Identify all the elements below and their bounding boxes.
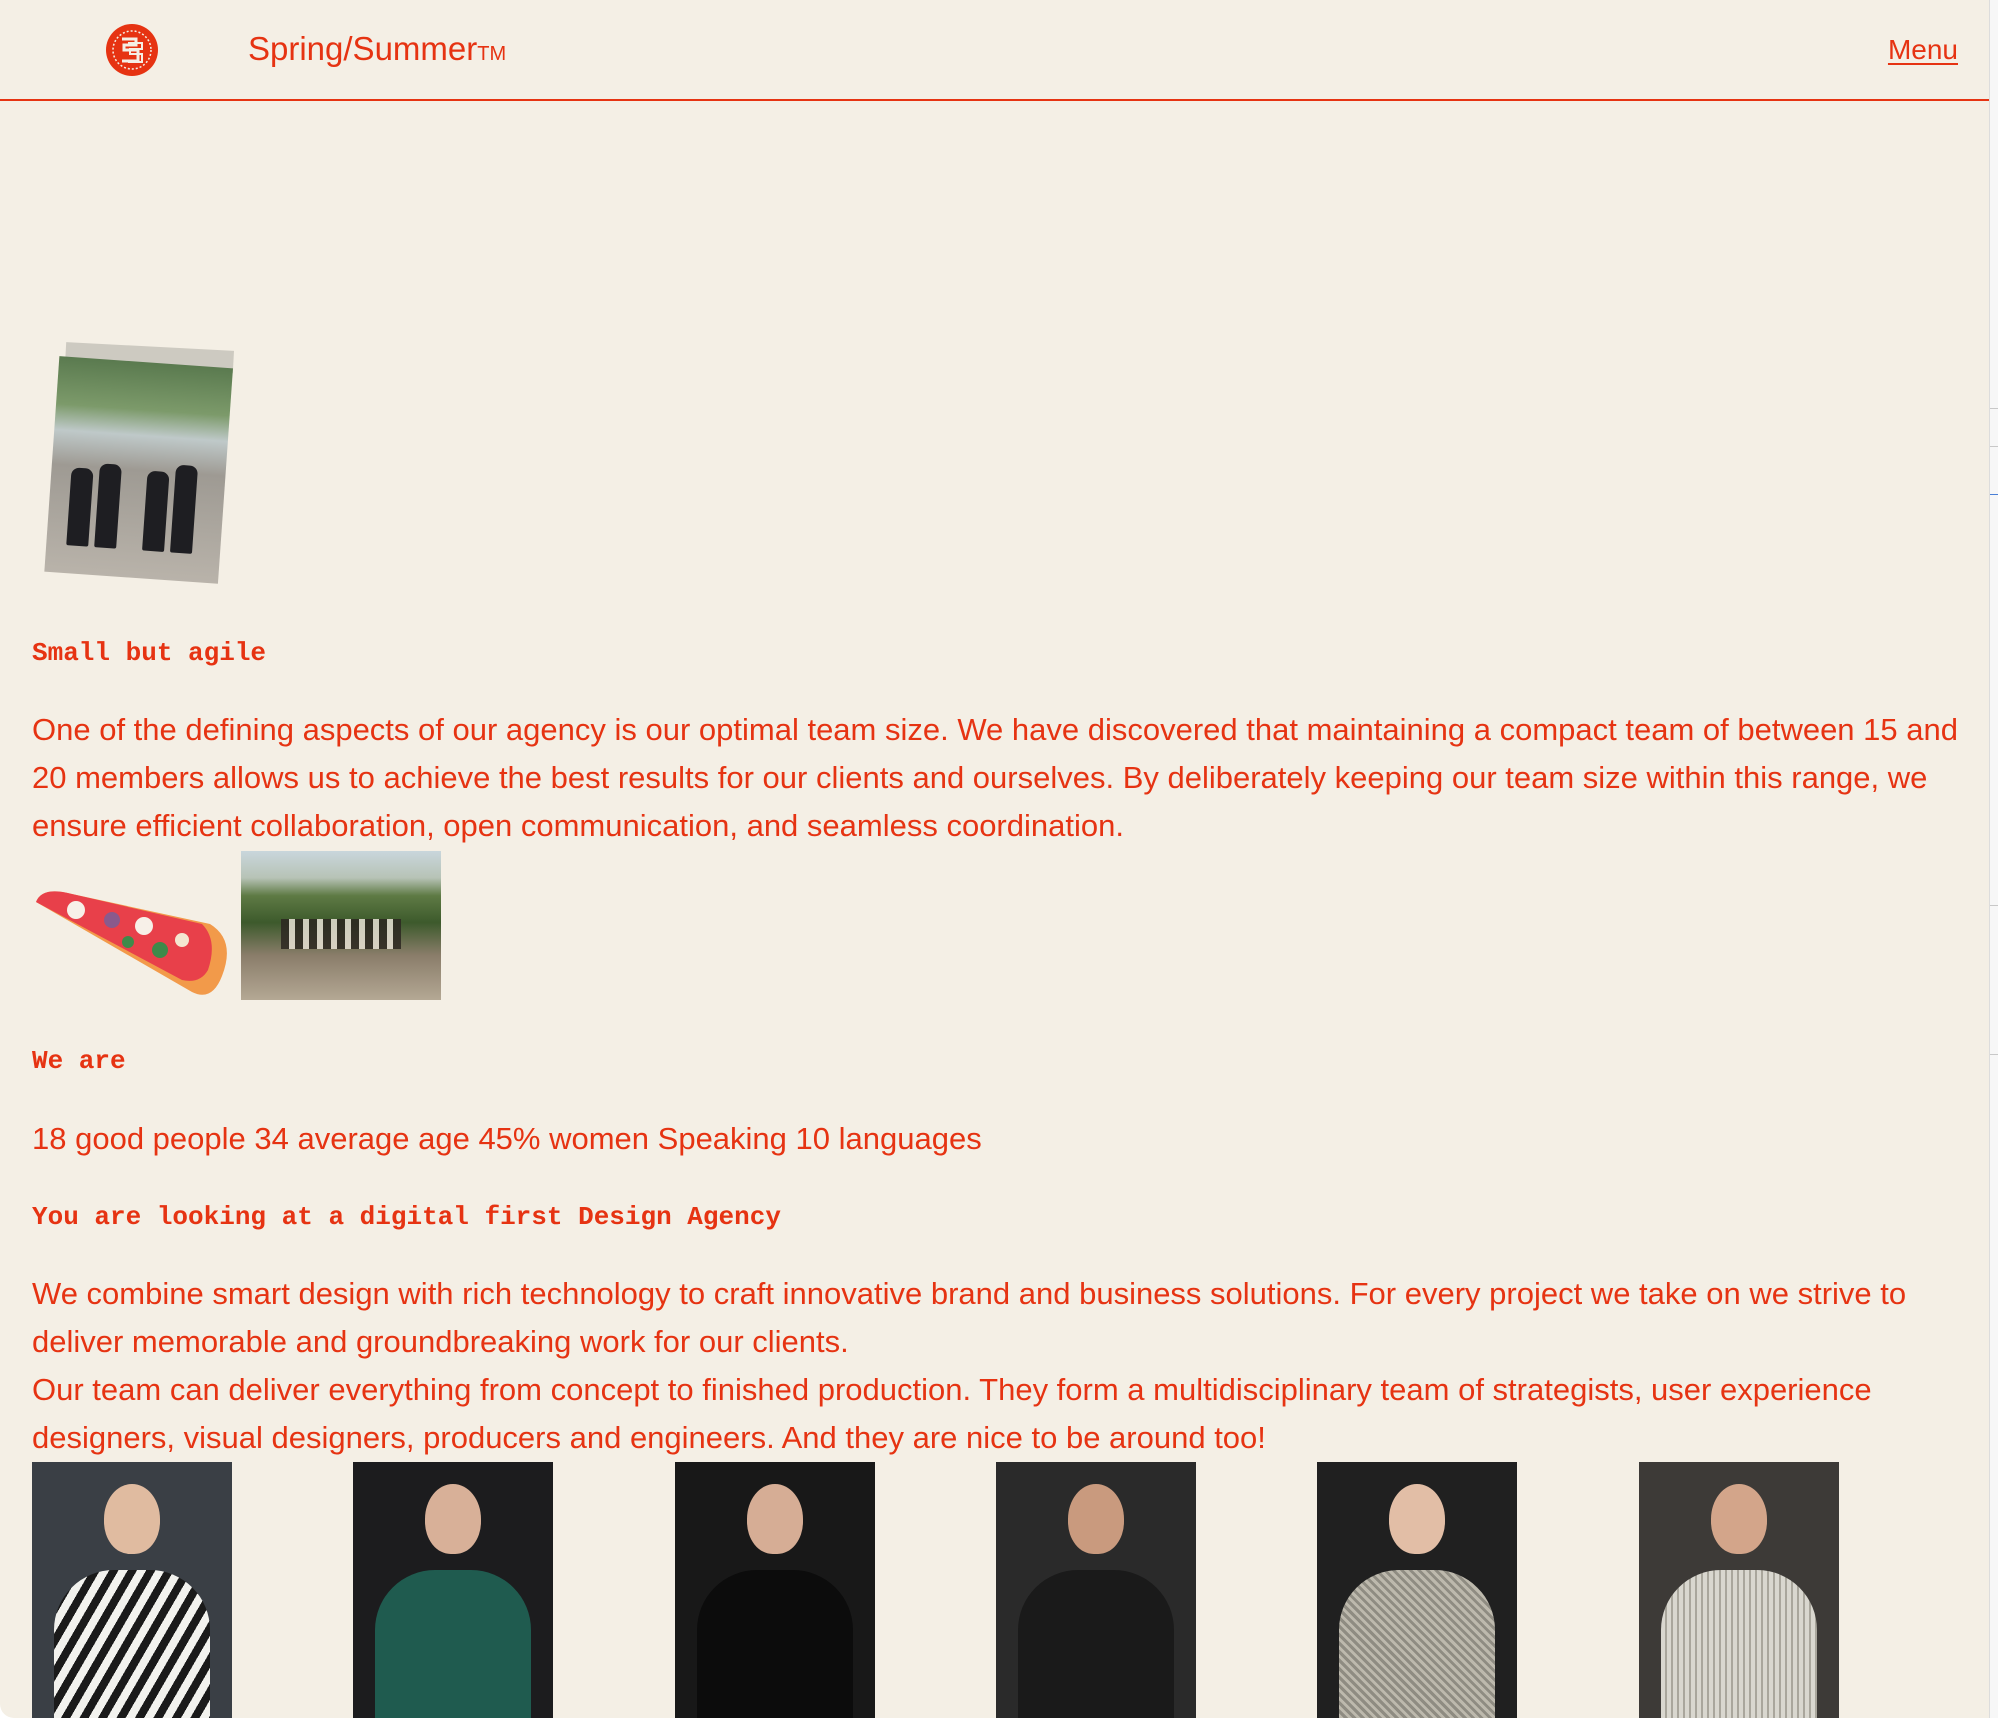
scroll-tick [1990,446,1998,447]
street-photo [44,342,234,584]
section-heading-team-size: Small but agile [32,638,267,668]
portrait-body [1339,1570,1495,1718]
team-member-photo [32,1462,232,1718]
we-are-stats: 18 good people 34 average age 45% women … [32,1121,982,1156]
team-member-photo [996,1462,1196,1718]
brand-trademark: TM [477,43,507,65]
scroll-tick [1990,1054,1998,1055]
team-member-photo [1317,1462,1517,1718]
portrait-body [1018,1570,1174,1718]
photo-figure [66,467,94,547]
portrait-head [1389,1484,1445,1554]
team-member-photo [1639,1462,1839,1718]
section-heading-we-are: We are [32,1046,126,1076]
team-size-paragraph: One of the defining aspects of our agenc… [32,712,1958,843]
team-member-photo [675,1462,875,1718]
photo-figure [169,464,199,554]
portrait-body [1661,1570,1817,1718]
agency-paragraph-1: We combine smart design with rich techno… [32,1276,1907,1359]
portrait-body [54,1570,210,1718]
portrait-head [747,1484,803,1554]
brand-logo-icon[interactable] [106,24,158,76]
portrait-body [375,1570,531,1718]
portrait-head [1068,1484,1124,1554]
scroll-tick [1990,408,1998,409]
brand-text: Spring/Summer [248,30,478,67]
photo-figure [94,463,122,549]
scroll-tick [1990,494,1998,495]
site-header: Spring/SummerTM Menu [0,0,1990,101]
portrait-head [104,1484,160,1554]
street-photo-image [44,356,233,584]
agency-paragraph-2: Our team can deliver everything from con… [32,1372,1872,1455]
logo-monogram-icon [112,30,152,70]
brand-name[interactable]: Spring/SummerTM [248,30,506,68]
photo-table-group [281,919,401,949]
menu-link[interactable]: Menu [1888,34,1958,66]
photo-figure [142,470,170,552]
team-member-photo [353,1462,553,1718]
section-heading-agency: You are looking at a digital first Desig… [32,1202,781,1232]
portrait-body [697,1570,853,1718]
page: Spring/SummerTM Menu Small but agile One… [0,0,1990,1718]
scroll-tick [1990,905,1998,906]
portrait-head [425,1484,481,1554]
pizza-float-image [36,891,227,995]
portrait-head [1711,1484,1767,1554]
window-scrollbar[interactable] [1989,0,1998,1718]
team-lunch-photo [241,851,441,1000]
